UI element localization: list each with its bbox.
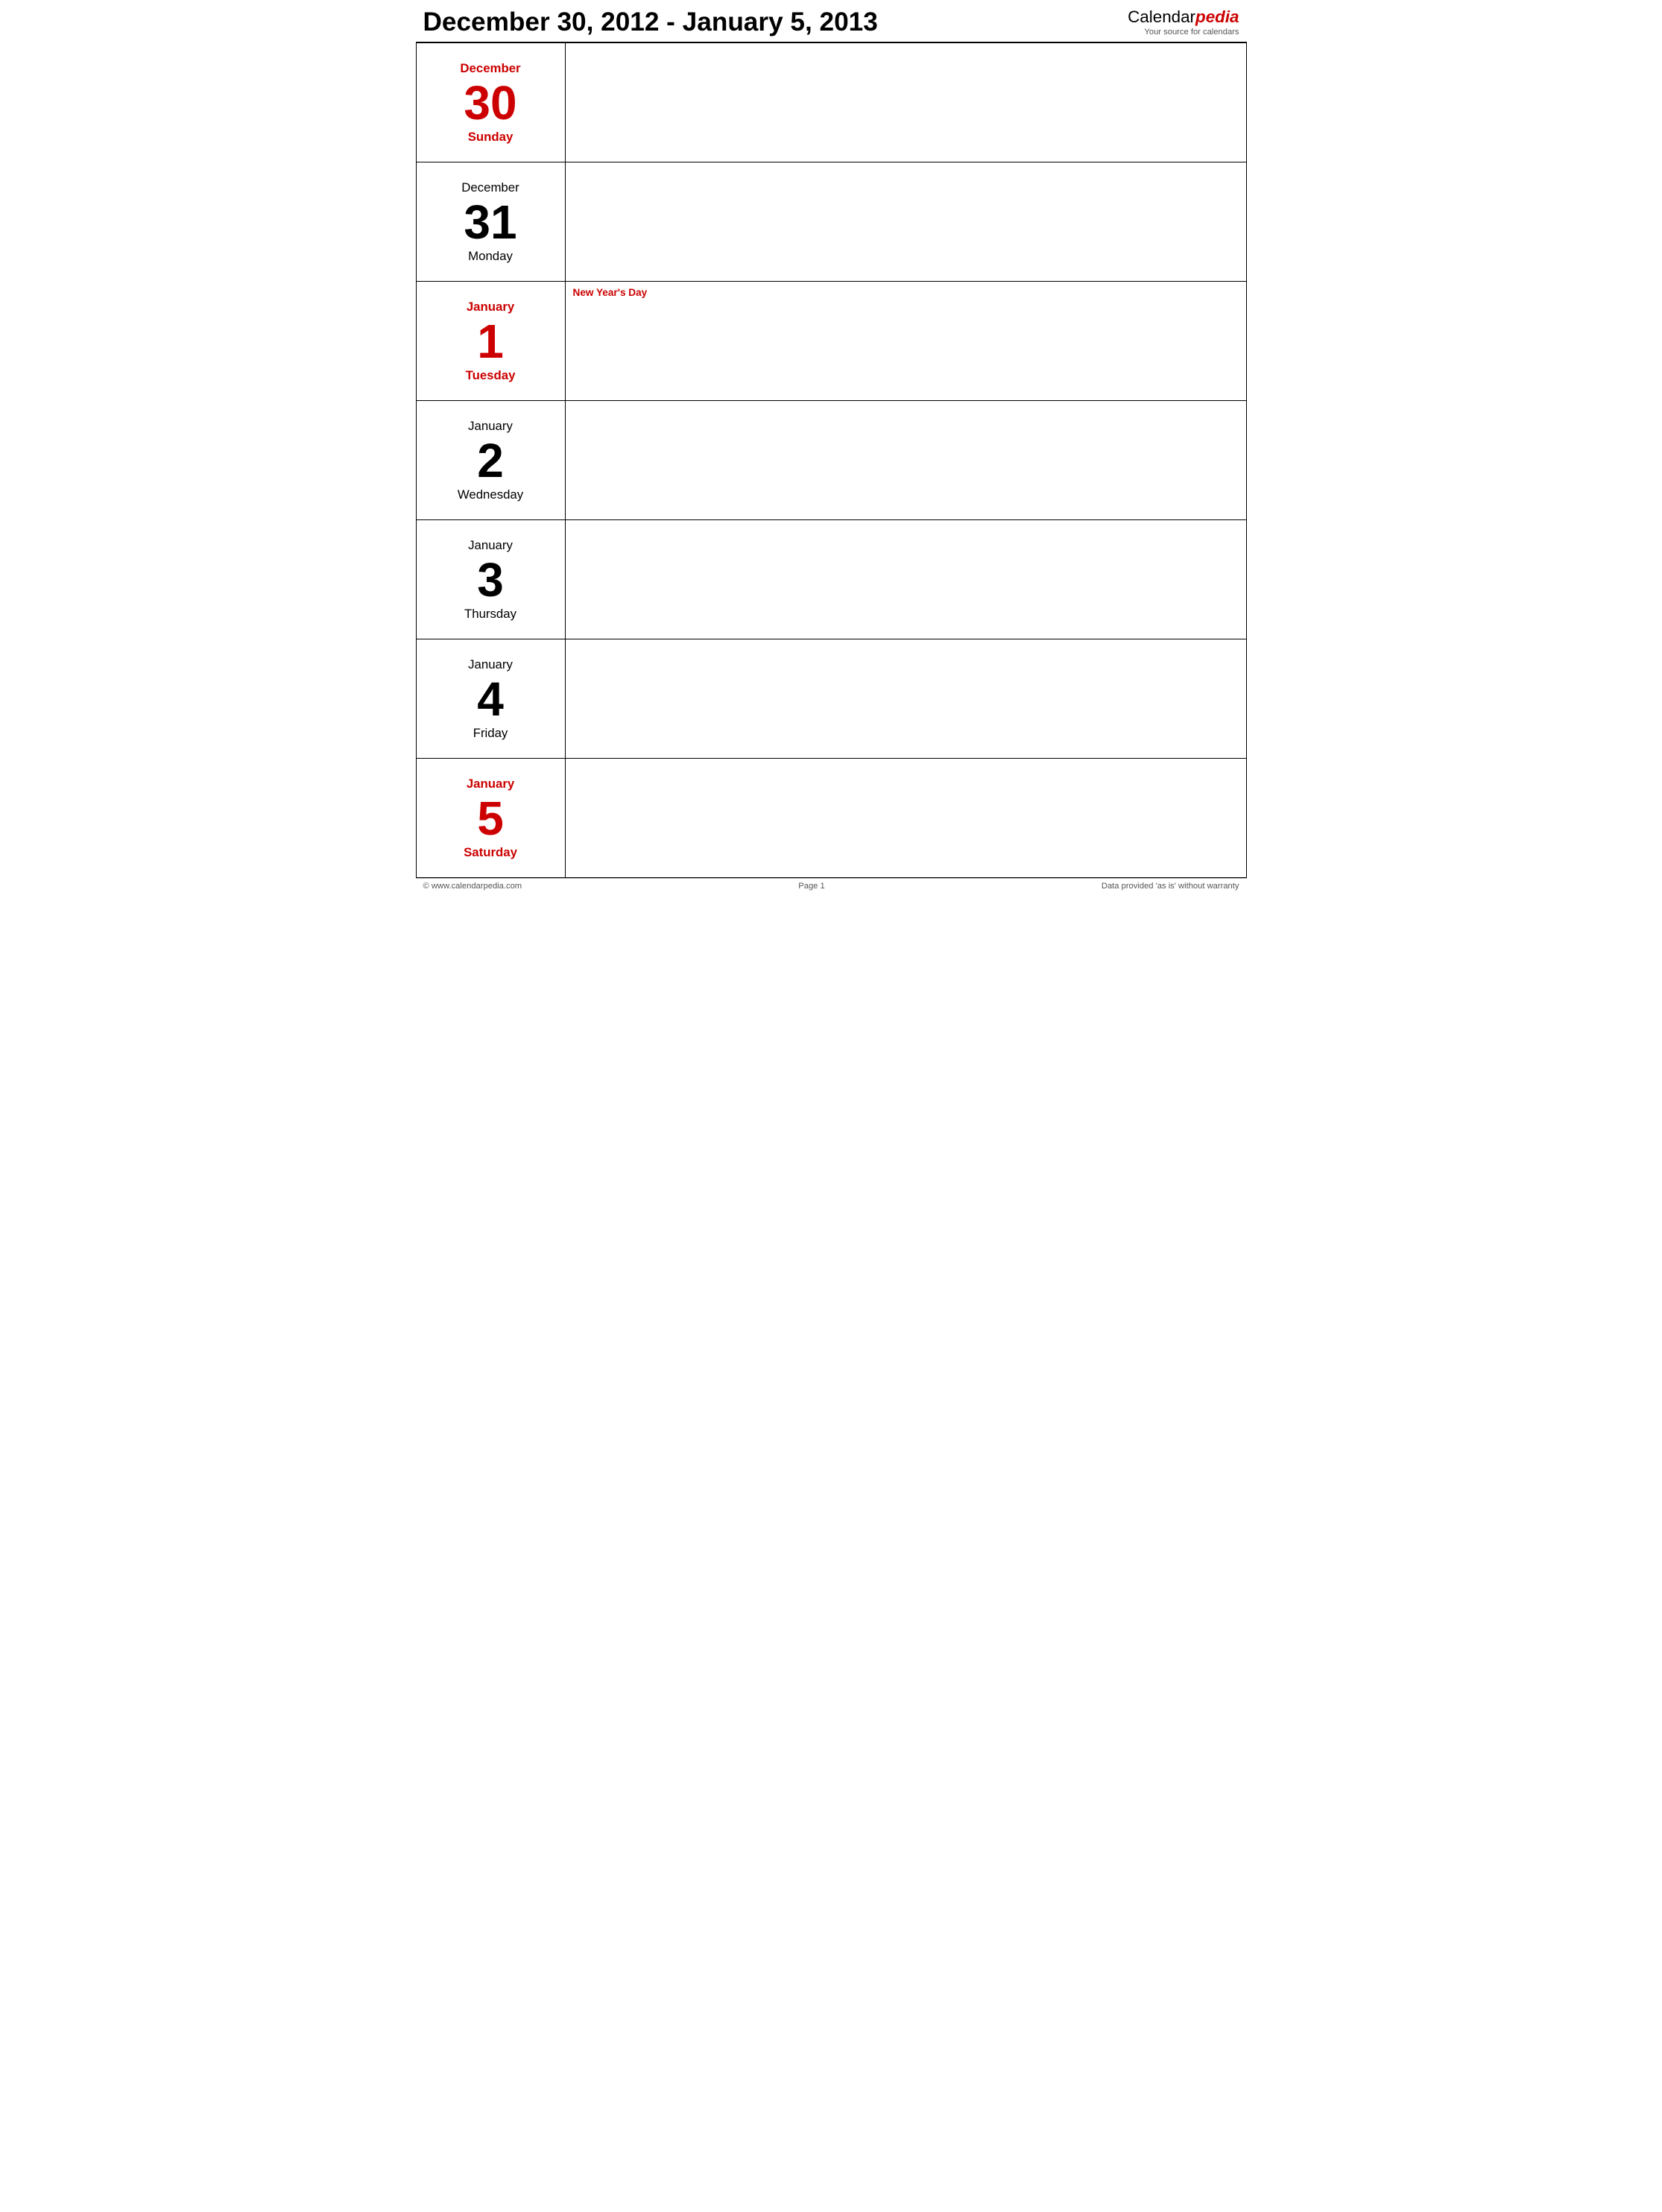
day-number-4: 3: [477, 556, 504, 604]
day-name-1: Monday: [468, 249, 513, 264]
day-label-0: December 30 Sunday: [417, 43, 566, 162]
footer-page: Page 1: [798, 882, 824, 891]
day-number-0: 30: [464, 79, 516, 127]
page-footer: © www.calendarpedia.com Page 1 Data prov…: [416, 878, 1247, 894]
day-content-1: [566, 162, 1246, 281]
logo-brand: Calendar: [1128, 7, 1195, 26]
day-content-5: [566, 639, 1246, 758]
logo-tagline: Your source for calendars: [1128, 28, 1239, 37]
day-name-6: Saturday: [464, 845, 517, 860]
day-name-0: Sunday: [468, 130, 514, 145]
month-name-4: January: [468, 538, 513, 553]
month-name-2: January: [467, 300, 514, 315]
month-name-1: December: [461, 180, 519, 195]
day-label-4: January 3 Thursday: [417, 520, 566, 639]
day-content-3: [566, 401, 1246, 519]
day-row: January 5 Saturday: [417, 759, 1246, 878]
day-row: December 30 Sunday: [417, 43, 1246, 162]
footer-disclaimer: Data provided 'as is' without warranty: [1102, 882, 1239, 891]
day-content-6: [566, 759, 1246, 877]
day-content-4: [566, 520, 1246, 639]
day-row: January 1 Tuesday New Year's Day: [417, 282, 1246, 401]
month-name-5: January: [468, 657, 513, 672]
day-row: January 2 Wednesday: [417, 401, 1246, 520]
day-name-3: Wednesday: [458, 487, 523, 502]
day-number-5: 4: [477, 675, 504, 723]
logo: Calendarpedia: [1128, 7, 1239, 28]
day-number-3: 2: [477, 437, 504, 484]
month-name-3: January: [468, 419, 513, 434]
page-header: December 30, 2012 - January 5, 2013 Cale…: [416, 0, 1247, 43]
day-number-6: 5: [477, 794, 504, 842]
day-name-4: Thursday: [464, 607, 516, 622]
day-row: January 3 Thursday: [417, 520, 1246, 639]
day-label-1: December 31 Monday: [417, 162, 566, 281]
holiday-label-2: New Year's Day: [573, 287, 648, 298]
month-name-6: January: [467, 777, 514, 791]
day-name-2: Tuesday: [466, 368, 516, 383]
footer-copyright: © www.calendarpedia.com: [423, 882, 522, 891]
day-label-3: January 2 Wednesday: [417, 401, 566, 519]
page-wrapper: December 30, 2012 - January 5, 2013 Cale…: [416, 0, 1247, 894]
day-content-0: [566, 43, 1246, 162]
day-label-6: January 5 Saturday: [417, 759, 566, 877]
day-name-5: Friday: [473, 726, 508, 741]
day-row: December 31 Monday: [417, 162, 1246, 282]
day-number-1: 31: [464, 198, 516, 246]
month-name-0: December: [460, 61, 520, 76]
logo-container: Calendarpedia Your source for calendars: [1128, 7, 1239, 37]
day-label-2: January 1 Tuesday: [417, 282, 566, 400]
logo-accent: pedia: [1195, 7, 1239, 26]
day-label-5: January 4 Friday: [417, 639, 566, 758]
day-row: January 4 Friday: [417, 639, 1246, 759]
page-title: December 30, 2012 - January 5, 2013: [423, 7, 878, 37]
day-number-2: 1: [477, 317, 504, 365]
day-content-2: New Year's Day: [566, 282, 1246, 400]
calendar-grid: December 30 Sunday December 31 Monday Ja…: [416, 43, 1247, 878]
